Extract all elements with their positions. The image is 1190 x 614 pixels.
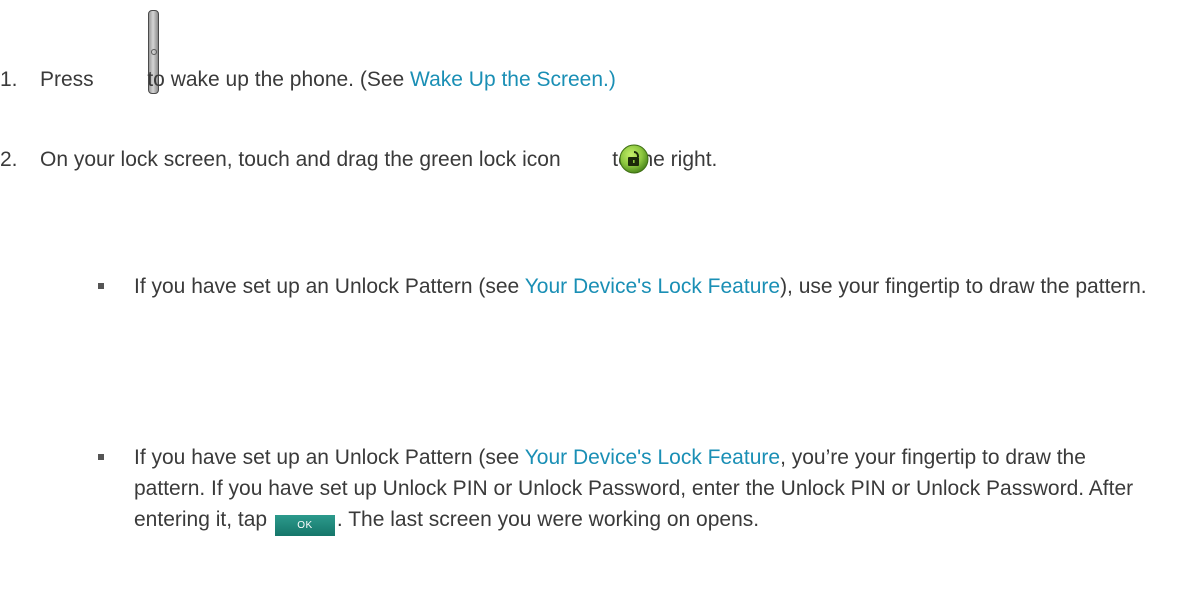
bullet-marker [98, 454, 104, 460]
bullet-text-part: If you have set up an Unlock Pattern (se… [134, 446, 525, 469]
step-1: 1. Press to wake up the phone. (See Wake … [0, 66, 616, 94]
lock-feature-link[interactable]: Your Device's Lock Feature [525, 446, 780, 469]
bullet-text: If you have set up an Unlock Pattern (se… [134, 271, 1148, 302]
bullet-marker [98, 283, 104, 289]
power-dot [151, 49, 157, 55]
step-text: Press [40, 68, 100, 91]
bullet-text: If you have set up an Unlock Pattern (se… [134, 442, 1148, 536]
bullet-item-2: If you have set up an Unlock Pattern (se… [98, 442, 1148, 536]
lock-feature-link[interactable]: Your Device's Lock Feature [525, 275, 780, 298]
wake-up-screen-link[interactable]: Wake Up the Screen.) [410, 68, 616, 91]
bullet-text-part: ), use your fingertip to draw the patter… [780, 275, 1147, 298]
step-2: 2. On your lock screen, touch and drag th… [0, 146, 717, 174]
step-number: 2. [0, 148, 18, 171]
green-lock-icon [619, 144, 649, 174]
step-text: to wake up the phone. (See [141, 68, 411, 91]
bullet-text-part: If you have set up an Unlock Pattern (se… [134, 275, 525, 298]
step-number: 1. [0, 68, 18, 91]
step-text: On your lock screen, touch and drag the … [40, 148, 567, 171]
ok-button[interactable]: OK [274, 515, 335, 536]
bullet-text-part: . The last screen you were working on op… [336, 508, 760, 531]
bullet-item-1: If you have set up an Unlock Pattern (se… [98, 271, 1148, 302]
